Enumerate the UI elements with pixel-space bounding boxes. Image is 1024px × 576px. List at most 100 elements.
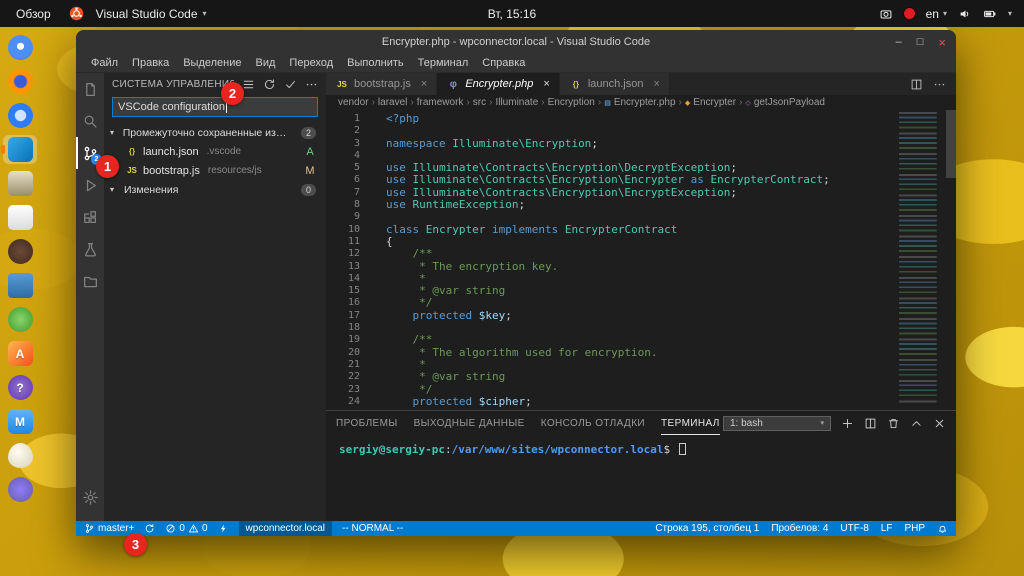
battery-icon[interactable]: [983, 7, 997, 21]
more-actions-icon[interactable]: [305, 78, 318, 91]
cursor-position[interactable]: Строка 195, столбец 1: [655, 521, 759, 536]
menu-item[interactable]: Выполнить: [340, 56, 410, 70]
scrollbar-thumb[interactable]: [946, 110, 956, 178]
dock-item-writer[interactable]: [3, 203, 37, 232]
editor-tab[interactable]: φEncrypter.php×: [437, 73, 560, 95]
screencast-icon[interactable]: [879, 7, 893, 21]
view-as-list-icon[interactable]: [242, 78, 255, 91]
breadcrumb-item[interactable]: ◇getJsonPayload: [745, 97, 825, 108]
dock-item-egg[interactable]: [3, 441, 37, 470]
breadcrumb-item[interactable]: Encryption: [548, 97, 595, 108]
remote-indicator[interactable]: wpconnector.local: [239, 521, 333, 536]
minimize-button[interactable]: –: [896, 36, 902, 48]
breadcrumb-item[interactable]: Illuminate: [495, 97, 538, 108]
maximize-panel-icon[interactable]: [910, 417, 923, 430]
remote-explorer-icon[interactable]: [76, 265, 104, 297]
line-number: 19: [326, 334, 360, 346]
dock-item-thunderbird[interactable]: [3, 101, 37, 130]
close-icon[interactable]: ×: [653, 78, 659, 90]
commit-check-icon[interactable]: [284, 78, 297, 91]
close-icon[interactable]: ×: [421, 78, 427, 90]
indentation-indicator[interactable]: Пробелов: 4: [771, 521, 828, 536]
editor-scrollbar[interactable]: [946, 110, 956, 410]
menu-item[interactable]: Вид: [249, 56, 283, 70]
breadcrumb-item[interactable]: ◆Encrypter: [685, 97, 736, 108]
dock-item-amber[interactable]: A: [3, 339, 37, 368]
commit-message-text: VSCode configuration: [118, 101, 225, 113]
system-menu-chevron-icon[interactable]: ▾: [1008, 9, 1012, 18]
close-button[interactable]: ×: [938, 35, 946, 50]
breadcrumb-item[interactable]: ▤Encrypter.php: [604, 97, 675, 108]
close-panel-icon[interactable]: [933, 417, 946, 430]
window-title-bar[interactable]: Encrypter.php - wpconnector.local - Visu…: [76, 30, 956, 54]
menu-item[interactable]: Терминал: [411, 56, 476, 70]
purple-icon: ?: [8, 375, 33, 400]
maximize-button[interactable]: □: [917, 36, 924, 48]
code-editor[interactable]: 1<?php23namespace Illuminate\Encryption;…: [326, 110, 956, 410]
panel-tab[interactable]: ТЕРМИНАЛ: [661, 411, 720, 435]
split-terminal-icon[interactable]: [864, 417, 877, 430]
keyboard-layout-indicator[interactable]: en▾: [926, 7, 947, 21]
split-editor-icon[interactable]: [910, 78, 923, 91]
menu-item[interactable]: Правка: [125, 56, 176, 70]
warning-icon: [188, 523, 199, 534]
new-terminal-icon[interactable]: [841, 417, 854, 430]
breadcrumb[interactable]: vendor›laravel›framework›src›Illuminate›…: [326, 95, 956, 110]
settings-gear-icon[interactable]: [76, 481, 104, 513]
editor-tab[interactable]: {}launch.json×: [560, 73, 670, 95]
breadcrumb-item[interactable]: src: [473, 97, 486, 108]
dock-item-darkapp[interactable]: [3, 237, 37, 266]
scm-group-header[interactable]: ▾Промежуточно сохраненные изменения2: [104, 123, 326, 142]
activities-button[interactable]: Обзор: [10, 5, 57, 23]
kill-terminal-icon[interactable]: [887, 417, 900, 430]
terminal-picker[interactable]: 1: bash▾: [723, 416, 831, 431]
commit-message-input[interactable]: VSCode configuration: [112, 97, 318, 117]
encoding-indicator[interactable]: UTF-8: [840, 521, 868, 536]
lightning-icon[interactable]: [218, 521, 229, 536]
ubuntu-logo-icon[interactable]: [69, 6, 84, 21]
menu-item[interactable]: Выделение: [176, 56, 248, 70]
language-indicator[interactable]: PHP: [904, 521, 925, 536]
breadcrumb-item[interactable]: framework: [417, 97, 464, 108]
dock-item-files[interactable]: [3, 169, 37, 198]
volume-icon[interactable]: [958, 7, 972, 21]
focused-app-menu[interactable]: Visual Studio Code▾: [96, 7, 207, 21]
dock-item-book[interactable]: [3, 271, 37, 300]
refresh-icon[interactable]: [263, 78, 276, 91]
explorer-icon[interactable]: [76, 73, 104, 105]
extensions-icon[interactable]: [76, 201, 104, 233]
menu-item[interactable]: Переход: [282, 56, 340, 70]
breadcrumb-item[interactable]: vendor: [338, 97, 369, 108]
close-icon[interactable]: ×: [543, 78, 549, 90]
eol-indicator[interactable]: LF: [881, 521, 893, 536]
menu-item[interactable]: Справка: [475, 56, 532, 70]
scm-file-row[interactable]: {}launch.json.vscodeA: [104, 142, 326, 161]
dock-item-green[interactable]: [3, 305, 37, 334]
terminal[interactable]: sergiy@sergiy-pc:/var/www/sites/wpconnec…: [326, 435, 956, 521]
dock-item-viber[interactable]: [3, 475, 37, 504]
panel-tab[interactable]: КОНСОЛЬ ОТЛАДКИ: [541, 411, 645, 435]
dock-item-bluem[interactable]: M: [3, 407, 37, 436]
panel-tab[interactable]: ПРОБЛЕМЫ: [336, 411, 398, 435]
breadcrumb-item[interactable]: laravel: [378, 97, 407, 108]
count-badge: 0: [301, 184, 316, 196]
vscode-icon: [8, 137, 33, 162]
scm-file-row[interactable]: JSbootstrap.jsresources/jsM: [104, 161, 326, 180]
panel-tab[interactable]: ВЫХОДНЫЕ ДАННЫЕ: [414, 411, 525, 435]
recording-indicator-icon[interactable]: [904, 8, 915, 19]
more-actions-icon[interactable]: [933, 78, 946, 91]
minimap[interactable]: [899, 112, 945, 404]
scm-group-header[interactable]: ▾Изменения0: [104, 180, 326, 199]
sync-icon[interactable]: [144, 521, 155, 536]
git-branch-indicator[interactable]: master+: [84, 521, 134, 536]
dock-item-firefox[interactable]: [3, 67, 37, 96]
dock-item-chromium[interactable]: [3, 33, 37, 62]
testing-icon[interactable]: [76, 233, 104, 265]
notifications-bell-icon[interactable]: [937, 521, 948, 536]
dock-item-vscode[interactable]: [3, 135, 37, 164]
menu-item[interactable]: Файл: [84, 56, 125, 70]
dock-item-purple[interactable]: ?: [3, 373, 37, 402]
problems-indicator[interactable]: 00: [165, 521, 207, 536]
editor-tab[interactable]: JSbootstrap.js×: [326, 73, 437, 95]
search-icon[interactable]: [76, 105, 104, 137]
